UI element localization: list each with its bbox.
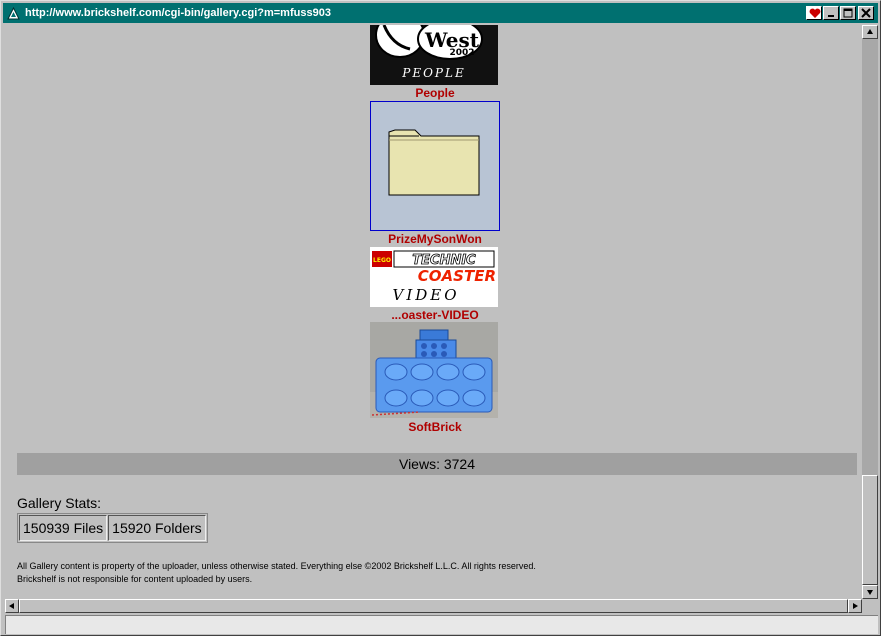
window-title: http://www.brickshelf.com/cgi-bin/galler… [25,7,331,19]
gallery-stats-table: 150939 Files 15920 Folders [17,513,208,543]
arrow-right-icon [853,603,858,609]
technic-logo-text: TECHNIC [412,253,476,268]
arrow-up-icon [867,29,873,34]
people-thumb-caption: PEOPLE [401,66,465,80]
browser-window: http://www.brickshelf.com/cgi-bin/galler… [0,0,881,636]
horizontal-scroll-thumb[interactable] [19,599,848,613]
stats-files-cell: 150939 Files [19,515,108,541]
gallery-label-people[interactable]: People [345,86,525,100]
maximize-icon [843,8,853,18]
close-icon [861,8,871,18]
scrollbar-corner [862,599,878,613]
vertical-scrollbar[interactable] [862,25,878,599]
scroll-up-button[interactable] [862,25,878,39]
people-thumb-year: 2002 [449,48,474,58]
vertical-scroll-thumb[interactable] [862,475,878,585]
minimize-icon [828,15,834,17]
arrow-left-icon [9,603,14,609]
softbrick-thumbnail[interactable] [370,322,498,418]
close-button[interactable] [858,6,874,20]
heart-icon [809,8,821,18]
footer-line-2: Brickshelf is not responsible for conten… [17,574,253,584]
people-thumbnail[interactable]: West 2002 PEOPLE [370,25,498,85]
gallery-label-prize[interactable]: PrizeMySonWon [345,232,525,246]
copyright-footer: All Gallery content is property of the u… [17,560,837,586]
gallery-label-coaster-video[interactable]: ...oaster-VIDEO [345,308,525,322]
page-viewport: West 2002 PEOPLE People PrizeMySonWon LE… [5,25,862,599]
minimize-button[interactable] [823,6,839,20]
footer-line-1: All Gallery content is property of the u… [17,561,536,571]
arrow-down-icon [867,590,873,595]
views-counter-text: Views: 3724 [398,456,475,472]
bookmark-heart-button[interactable] [806,6,822,20]
views-counter-bar: Views: 3724 [17,453,857,475]
stats-folders-cell: 15920 Folders [108,515,206,541]
gallery-label-softbrick[interactable]: SoftBrick [345,420,525,434]
scroll-left-button[interactable] [5,599,19,613]
folder-icon [388,129,480,196]
lego-logo-text: LEGO [373,257,391,264]
maximize-button[interactable] [840,6,856,20]
coaster-text: COASTER [418,267,496,285]
status-bar [5,615,878,634]
title-bar[interactable]: http://www.brickshelf.com/cgi-bin/galler… [3,3,878,23]
app-icon [7,7,20,20]
coaster-video-thumbnail[interactable]: LEGO TECHNIC COASTER VIDEO [370,247,498,307]
gallery-stats-heading: Gallery Stats: [17,495,102,511]
horizontal-scrollbar[interactable] [5,599,862,613]
video-text: VIDEO [392,286,459,304]
folder-tile[interactable] [370,101,500,231]
scroll-down-button[interactable] [862,585,878,599]
scroll-right-button[interactable] [848,599,862,613]
